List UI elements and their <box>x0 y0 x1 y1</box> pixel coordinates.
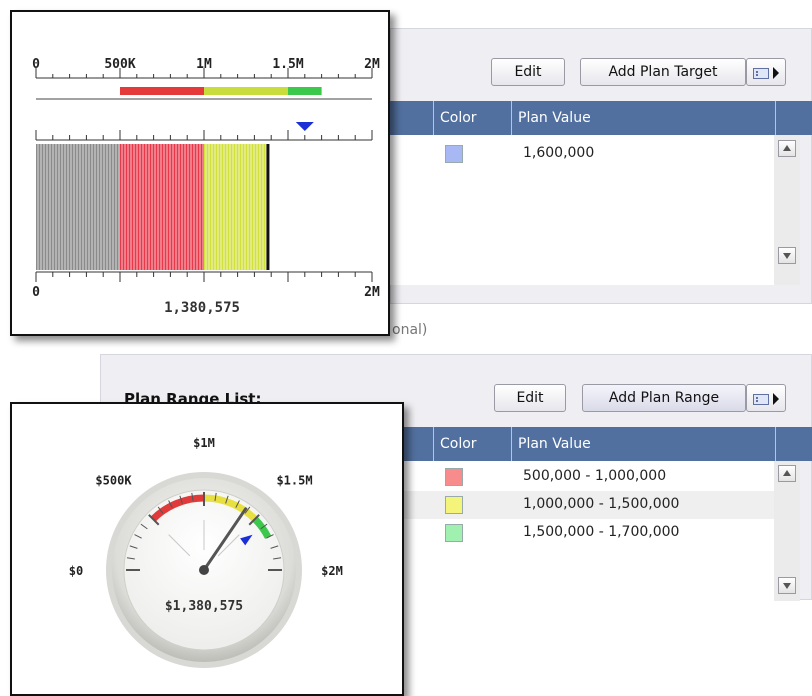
add-plan-target-button[interactable]: Add Plan Target <box>580 58 746 86</box>
color-swatch[interactable] <box>445 496 463 514</box>
bullet-bottom-label: 2M <box>364 285 380 300</box>
bullet-scale-label: 500K <box>104 57 135 72</box>
bottom-menu-button[interactable] <box>746 384 786 412</box>
arrow-right-icon <box>773 393 779 405</box>
color-swatch[interactable] <box>445 145 463 163</box>
optional-label-fragment: onal) <box>392 322 428 338</box>
gauge-scale-label: $0 <box>69 564 83 578</box>
gauge-preview: $0 $500K $1M $1.5M $2M $1,380,575 <box>10 402 404 696</box>
plan-range-cell: 500,000 - 1,000,000 <box>523 468 667 484</box>
bullet-scale-label: 1.5M <box>272 57 303 72</box>
bullet-range-band <box>288 87 322 95</box>
scroll-down-button[interactable] <box>778 247 796 264</box>
top-menu-button[interactable] <box>746 58 786 86</box>
arrow-down-icon <box>783 253 791 259</box>
color-swatch[interactable] <box>445 468 463 486</box>
bullet-value-label: 1,380,575 <box>164 300 240 316</box>
bullet-bottom-label: 0 <box>32 285 40 300</box>
bullet-graph-preview: 0 500K 1M 1.5M 2M 0 2M 1,380,575 <box>10 10 390 336</box>
plan-range-cell: 1,500,000 - 1,700,000 <box>523 524 680 540</box>
gauge-value-label: $1,380,575 <box>165 599 243 614</box>
table-row[interactable]: 1,000,000 - 1,500,000 <box>390 491 774 519</box>
arrow-right-icon <box>773 67 779 79</box>
scroll-up-button[interactable] <box>778 465 796 482</box>
add-plan-range-button[interactable]: Add Plan Range <box>582 384 746 412</box>
arrow-down-icon <box>783 583 791 589</box>
table-row[interactable]: 1,500,000 - 1,700,000 <box>390 519 774 547</box>
color-swatch[interactable] <box>445 524 463 542</box>
bullet-scale-label: 1M <box>196 57 212 72</box>
bullet-scale-label: 2M <box>364 57 380 72</box>
color-column-header[interactable]: Color <box>433 427 511 461</box>
table-row[interactable]: 1,600,000 <box>390 140 774 168</box>
grid-menu-icon <box>753 68 769 79</box>
bullet-target-marker <box>295 122 314 131</box>
plan-target-grid-body: 1,600,000 <box>390 135 774 285</box>
bullet-graph: 0 500K 1M 1.5M 2M 0 2M 1,380,575 <box>32 57 380 316</box>
plan-value-cell: 1,600,000 <box>523 145 595 161</box>
grid-menu-icon <box>753 394 769 405</box>
top-edit-button[interactable]: Edit <box>491 58 565 86</box>
arrow-up-icon <box>783 145 791 151</box>
gauge-scale-label: $500K <box>95 473 132 487</box>
color-column-header[interactable]: Color <box>433 101 511 135</box>
bullet-range-band <box>120 87 204 95</box>
plan-range-scrollbar[interactable] <box>774 461 800 601</box>
plan-range-grid-body: 500,000 - 1,000,000 1,000,000 - 1,500,00… <box>390 461 774 601</box>
plan-value-column-header[interactable]: Plan Value <box>511 427 775 461</box>
plan-range-grid-header: Color Plan Value <box>390 427 812 461</box>
gauge-scale-label: $1.5M <box>276 473 312 487</box>
bullet-scale-label: 0 <box>32 57 40 72</box>
scroll-down-button[interactable] <box>778 577 796 594</box>
spare-column-header <box>775 101 812 135</box>
scroll-up-button[interactable] <box>778 140 796 157</box>
plan-range-cell: 1,000,000 - 1,500,000 <box>523 496 680 512</box>
plan-value-column-header[interactable]: Plan Value <box>511 101 775 135</box>
bullet-range-band <box>204 87 288 95</box>
gauge-scale-label: $1M <box>193 436 215 450</box>
spare-column-header <box>775 427 812 461</box>
gauge-scale-label: $2M <box>321 564 343 578</box>
arrow-up-icon <box>783 470 791 476</box>
table-row[interactable]: 500,000 - 1,000,000 <box>390 463 774 491</box>
bottom-edit-button[interactable]: Edit <box>494 384 566 412</box>
gauge-chart: $0 $500K $1M $1.5M $2M $1,380,575 <box>69 436 343 668</box>
gauge-needle-hub <box>199 565 209 575</box>
plan-target-scrollbar[interactable] <box>774 135 800 285</box>
plan-target-grid-header: Color Plan Value <box>390 101 812 135</box>
